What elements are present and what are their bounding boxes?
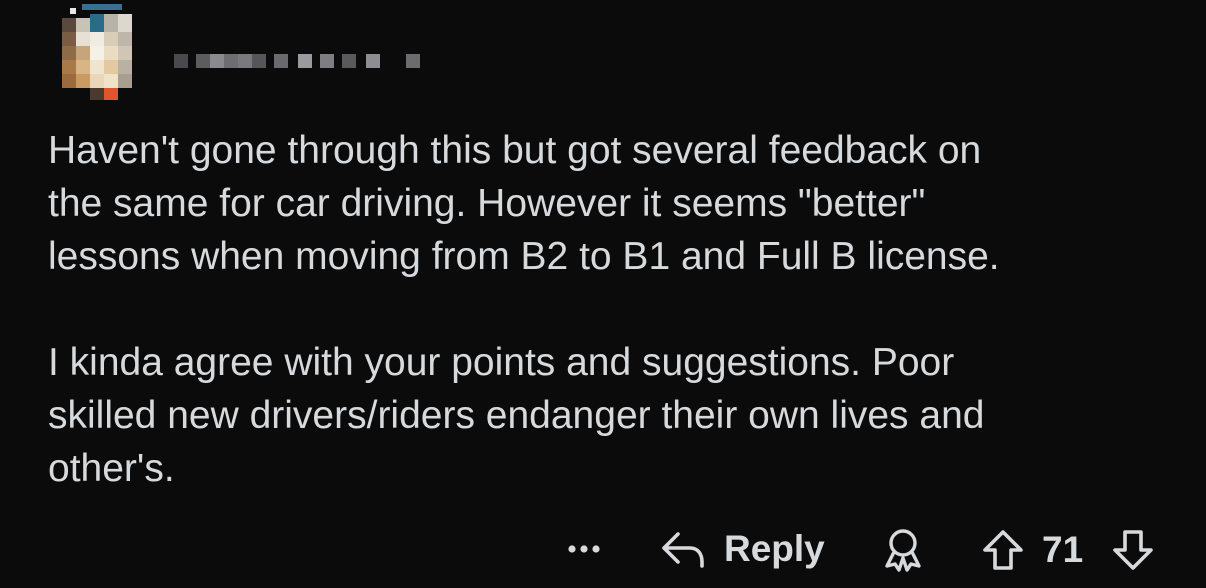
comment: Haven't gone through this but got severa… [0,0,1206,588]
comment-line: the same for car driving. However it see… [48,182,926,225]
comment-line: lessons when moving from B2 to B1 and Fu… [48,235,1000,278]
avatar[interactable] [62,4,142,100]
username-obscured [174,52,424,70]
comment-line: skilled new drivers/riders endanger thei… [48,394,985,437]
comment-line: Haven't gone through this but got severa… [48,129,982,172]
comment-line: I kinda agree with your points and sugge… [48,341,955,384]
more-options-icon [568,545,600,553]
upvote-arrow-icon [983,530,1023,570]
downvote-arrow-icon [1113,530,1153,570]
reply-label: Reply [724,528,825,569]
award-button[interactable] [880,526,926,572]
downvote-button[interactable] [1110,528,1156,572]
comment-actions: Reply 71 [0,522,1206,578]
comment-line: other's. [48,447,175,490]
more-options-button[interactable] [566,532,606,562]
vote-score: 71 [1042,529,1084,570]
award-icon [885,529,921,572]
upvote-button[interactable] [980,528,1026,572]
reply-arrow-icon [662,532,704,568]
reply-button[interactable]: Reply [660,526,825,572]
comment-body: Haven't gone through this but got severa… [48,124,1188,495]
